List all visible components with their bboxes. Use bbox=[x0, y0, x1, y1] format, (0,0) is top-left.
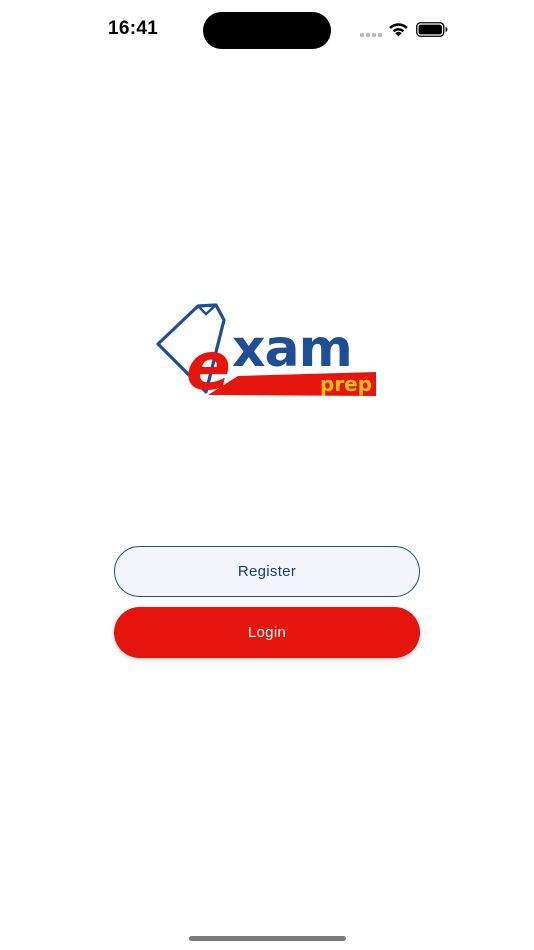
dynamic-island bbox=[203, 12, 331, 49]
home-indicator[interactable] bbox=[189, 936, 346, 941]
status-bar: 16:41 bbox=[0, 0, 534, 60]
battery-icon bbox=[416, 22, 448, 37]
register-button[interactable]: Register bbox=[114, 546, 420, 597]
logo-letter-e: e bbox=[186, 328, 231, 404]
exam-prep-logo: e xam prep bbox=[156, 303, 376, 404]
logo-text-xam: xam bbox=[232, 319, 352, 379]
login-button[interactable]: Login bbox=[114, 607, 420, 658]
wifi-icon bbox=[389, 23, 408, 37]
status-time: 16:41 bbox=[108, 18, 159, 39]
logo-text-prep: prep bbox=[320, 372, 372, 396]
cellular-signal-icon bbox=[360, 33, 382, 37]
